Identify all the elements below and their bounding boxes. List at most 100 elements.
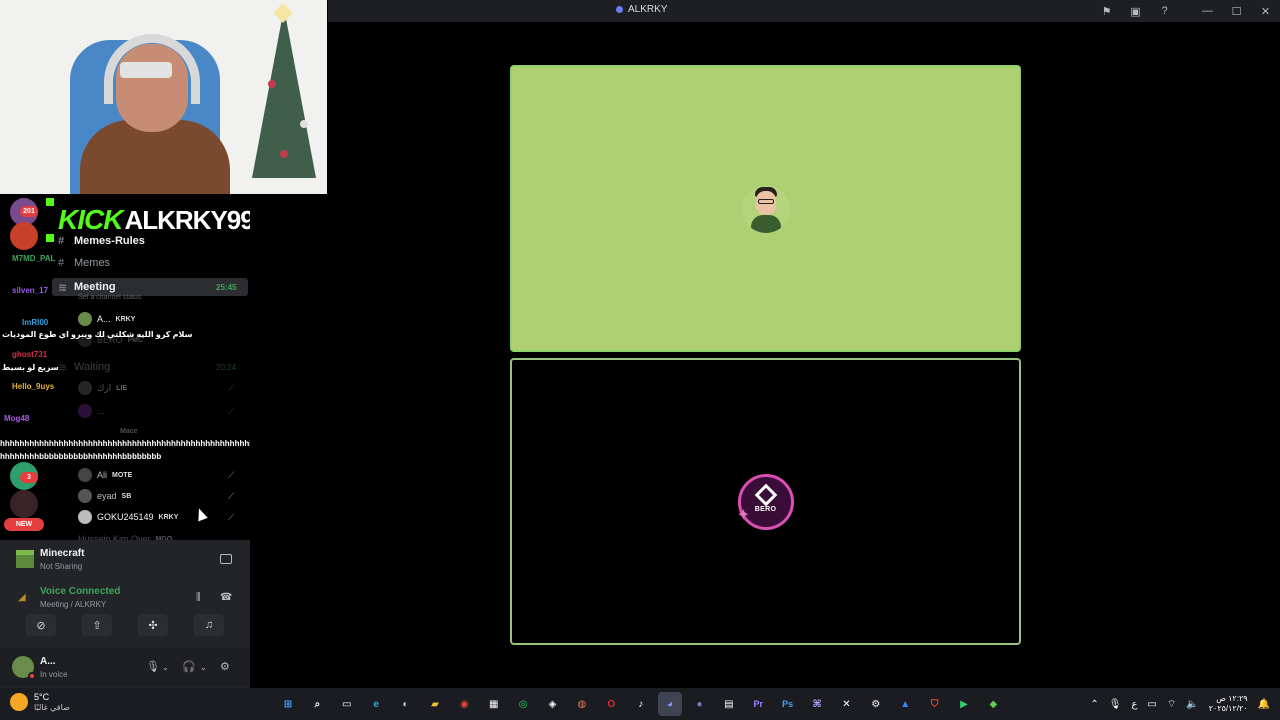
mic-muted-icon: ⟋ [228,405,235,416]
member-row[interactable]: eyad SB ⟋ [78,487,234,505]
capcut-icon[interactable]: ✕ [834,692,858,716]
activity-row[interactable]: Minecraft Not Sharing [12,546,242,576]
user-status: In voice [40,670,68,679]
photoshop-icon[interactable]: Ps [776,692,800,716]
chat-username: Hello_9uys [12,382,55,391]
disconnect-icon[interactable]: ☎ [220,592,232,603]
firefox-icon[interactable]: ◍ [570,692,594,716]
flag-icon[interactable]: ⚑ [1092,0,1121,22]
member-avatar [78,404,92,418]
channel-memes[interactable]: # Memes [58,254,110,272]
settings-icon[interactable]: ⚙ [864,692,888,716]
member-row[interactable]: Mace [120,422,138,440]
window-title-text: ALKRKY [628,4,668,15]
window-title: ALKRKY [616,4,667,15]
app-icon[interactable]: ● [687,692,711,716]
voice-connection-row[interactable]: ◢ Voice Connected Meeting / ALKRKY ⫼ ☎ [12,584,242,614]
channel-waiting[interactable]: ≋ Waiting 20:24 [58,358,236,376]
gamepad-icon[interactable]: ⌘ [805,692,829,716]
member-avatar [78,510,92,524]
voice-icon: ≋ [58,361,68,374]
participant-tile[interactable]: BERO ✦ [510,358,1021,645]
app-icon[interactable]: ▤ [717,692,741,716]
tiktok-icon[interactable]: ♪ [629,692,653,716]
task-view-icon[interactable]: ▭ [335,692,359,716]
whatsapp-icon[interactable]: ◎ [511,692,535,716]
minimize-icon[interactable]: — [1193,0,1222,22]
weather-widget[interactable]: 5°C صافي غالبًا [10,692,70,712]
voice-channel-label[interactable]: Meeting / ALKRKY [40,600,106,609]
chat-username: M7MD_PAL [12,254,56,263]
share-screen-icon[interactable] [220,554,232,564]
steam-icon[interactable]: ◐ [394,692,418,716]
noise-suppression-icon[interactable]: ⫼ [196,592,201,603]
app-icon[interactable]: ◈ [541,692,565,716]
activities-button[interactable]: ✣ [138,614,168,636]
app-icon[interactable]: ▶ [952,692,976,716]
voice-panel: Minecraft Not Sharing ◢ Voice Connected … [0,540,250,688]
member-row[interactable]: ارك LIE ⟋ [78,379,234,397]
settings-gear-icon[interactable]: ⚙ [220,660,230,673]
mouse-cursor [194,506,208,522]
member-avatar [78,489,92,503]
chat-message: hhhhhhhhhhhhhhhhhhhhhhhhhhhhhhhhhhhhhhhh… [0,439,250,448]
member-row[interactable]: A... KRKY [78,310,135,328]
camera-off-button[interactable]: ⊘ [26,614,56,636]
screen-share-button[interactable]: ⇧ [82,614,112,636]
member-row[interactable]: ... ⟋ [78,402,234,420]
edge-icon[interactable]: e [364,692,388,716]
premiere-icon[interactable]: Pr [746,692,770,716]
close-icon[interactable]: ✕ [1251,0,1280,22]
notifications-icon[interactable]: 🔔 [1258,699,1270,710]
server-icon[interactable] [10,222,38,250]
stream-name: ALKRKY99 [124,204,250,235]
chevron-up-icon[interactable]: ⌃ [1090,699,1098,710]
activity-status: Not Sharing [40,562,83,571]
channel-timer: 20:24 [216,362,237,372]
weather-icon [10,693,28,711]
temperature: 5°C [34,692,50,702]
wifi-icon[interactable]: ⌔ [1167,698,1176,711]
windows-taskbar: 5°C صافي غالبًا ⊞ ⌕ ▭ e ◐ ▰ ◉ ▦ ◎ ◈ ◍ O … [0,688,1280,720]
server-icon[interactable] [10,490,38,518]
participant-tile[interactable] [510,65,1021,352]
member-row[interactable]: Ali MOTE ⟋ [78,466,234,484]
language-indicator[interactable]: ع [1131,699,1137,710]
system-tray: ⌃ 🎙 ع ▭ ⌔ 🔈 ١٢:٢٩ ص ٢٠٢٥/١٢/٢٠ 🔔 [1090,688,1280,720]
new-badge: NEW [4,518,44,531]
activity-title: Minecraft [40,548,85,559]
mic-icon[interactable]: 🎙 [1109,699,1122,710]
chevron-down-icon[interactable]: ⌄ [162,663,169,672]
file-explorer-icon[interactable]: ▰ [423,692,447,716]
headphones-icon[interactable]: 🎧 [182,660,196,673]
volume-icon[interactable]: 🔈 [1186,699,1198,710]
maximize-icon[interactable]: ☐ [1222,0,1251,22]
display-icon[interactable]: ▭ [1147,699,1156,710]
help-icon[interactable]: ? [1150,0,1179,22]
mic-icon[interactable]: 🎙 [146,660,160,673]
soundboard-button[interactable]: ♫ [194,614,224,636]
brave-icon[interactable]: ⛉ [923,692,947,716]
channel-memes-rules[interactable]: # Memes-Rules [58,232,145,250]
member-row[interactable]: GOKU245149 KRKY ⟋ [78,508,234,526]
windows-start-icon[interactable]: ⊞ [276,692,300,716]
voice-icon: ≋ [58,281,68,294]
badge-count: 201 [20,206,38,217]
app-icon[interactable]: ▲ [893,692,917,716]
clock-date: ٢٠٢٥/١٢/٢٠ [1208,704,1248,713]
opera-icon[interactable]: O [599,692,623,716]
search-icon[interactable]: ⌕ [305,692,329,716]
chrome-icon[interactable]: ◉ [452,692,476,716]
capcut-icon[interactable]: ▦ [482,692,506,716]
discord-icon[interactable]: ◕ [658,692,683,716]
user-panel: A... In voice 🎙 ⌄ 🎧 ⌄ ⚙ [0,648,250,686]
screen-share-icon[interactable]: ▣ [1121,0,1150,22]
chevron-down-icon[interactable]: ⌄ [200,663,207,672]
minecraft-icon[interactable]: ◆ [981,692,1005,716]
chat-message: سلام كرو الليه شكلتي لك ويبرو اي طوع الم… [2,330,193,339]
status-dot [28,672,36,680]
member-avatar [78,381,92,395]
clock[interactable]: ١٢:٢٩ ص ٢٠٢٥/١٢/٢٠ [1209,694,1248,714]
ornament [268,80,276,88]
channel-status[interactable]: Set a channel status [78,294,141,301]
